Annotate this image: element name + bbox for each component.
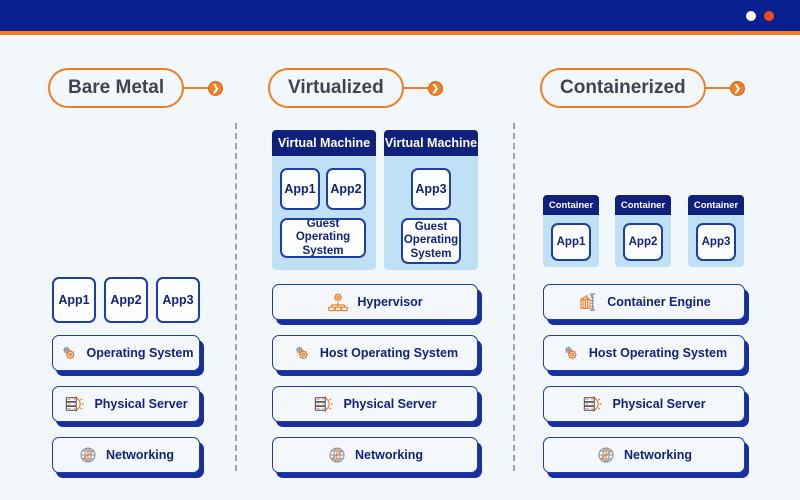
column-title-bare-metal: Bare Metal — [48, 68, 185, 108]
window-dot-orange-icon[interactable] — [764, 11, 774, 21]
app-label: App3 — [415, 182, 447, 196]
container-panel-2[interactable]: Container App2 — [615, 195, 671, 267]
bare-metal-row-operating-system[interactable]: Operating System — [52, 335, 200, 371]
row-label: Host Operating System — [319, 346, 459, 360]
pill-connector-containerized — [705, 87, 730, 89]
bare-metal-row-networking[interactable]: Networking — [52, 437, 200, 473]
chevron-right-icon[interactable]: ❯ — [729, 80, 745, 96]
chevron-right-icon[interactable]: ❯ — [427, 80, 443, 96]
row-label: Physical Server — [343, 397, 437, 411]
server-gear-icon — [582, 394, 604, 414]
container-app-box-3[interactable]: App3 — [696, 223, 736, 261]
column-divider-2 — [513, 123, 515, 471]
window-title-bar — [0, 0, 800, 31]
row-label: Hypervisor — [357, 295, 423, 309]
globe-icon — [596, 445, 616, 465]
diagram-stage: Bare Metal ❯ Virtualized ❯ Containerized… — [0, 35, 800, 500]
container-title: Container — [543, 195, 599, 215]
app-label: App3 — [701, 236, 731, 248]
guest-os-label: Guest Operating System — [295, 218, 351, 257]
container-title: Container — [615, 195, 671, 215]
virtualized-row-hypervisor[interactable]: Hypervisor — [272, 284, 478, 320]
row-label: Container Engine — [607, 295, 711, 309]
vm-title: Virtual Machine — [384, 130, 478, 156]
bare-metal-app-box-1[interactable]: App1 — [52, 277, 96, 323]
container-title: Container — [688, 195, 744, 215]
container-panel-1[interactable]: Container App1 — [543, 195, 599, 267]
container-panel-3[interactable]: Container App3 — [688, 195, 744, 267]
virtualized-row-physical-server[interactable]: Physical Server — [272, 386, 478, 422]
virtual-machine-panel-2[interactable]: Virtual Machine App3 Guest Operating Sys… — [384, 130, 478, 270]
vm-title: Virtual Machine — [272, 130, 376, 156]
row-label: Host Operating System — [588, 346, 728, 360]
column-title-virtualized: Virtualized — [268, 68, 404, 108]
bare-metal-app-box-2[interactable]: App2 — [104, 277, 148, 323]
vm1-guest-os-box[interactable]: Guest Operating System — [280, 218, 366, 258]
app-label: App1 — [556, 236, 586, 248]
app-label: App3 — [162, 293, 194, 307]
hypervisor-icon — [327, 292, 349, 312]
row-label: Physical Server — [94, 397, 188, 411]
crane-container-icon — [577, 292, 599, 312]
container-app-box-2[interactable]: App2 — [623, 223, 663, 261]
row-label: Networking — [623, 448, 693, 462]
row-label: Operating System — [86, 346, 194, 360]
column-header-containerized[interactable]: Containerized ❯ — [540, 68, 745, 108]
app-label: App2 — [330, 182, 362, 196]
vm2-guest-os-box[interactable]: Guest Operating System — [401, 218, 461, 264]
app-label: App2 — [110, 293, 142, 307]
row-label: Physical Server — [612, 397, 706, 411]
gears-icon — [292, 343, 312, 363]
server-gear-icon — [313, 394, 335, 414]
app-label: App1 — [284, 182, 316, 196]
chevron-right-icon[interactable]: ❯ — [208, 80, 224, 96]
containerized-row-physical-server[interactable]: Physical Server — [543, 386, 745, 422]
containerized-row-container-engine[interactable]: Container Engine — [543, 284, 745, 320]
container-app-box-1[interactable]: App1 — [551, 223, 591, 261]
window-dot-white-icon[interactable] — [746, 11, 756, 21]
guest-os-label: Guest Operating System — [403, 221, 459, 260]
vm1-app-box-2[interactable]: App2 — [326, 168, 366, 210]
app-label: App1 — [58, 293, 90, 307]
globe-icon — [327, 445, 347, 465]
vm-body: App1 App2 Guest Operating System — [272, 156, 376, 270]
vm-body: App3 Guest Operating System — [384, 156, 478, 270]
row-label: Networking — [105, 448, 175, 462]
column-title-containerized: Containerized — [540, 68, 706, 108]
pill-connector-virtualized — [403, 87, 428, 89]
vm2-app-box-1[interactable]: App3 — [411, 168, 451, 210]
pill-connector-bare-metal — [184, 87, 209, 89]
column-divider-1 — [235, 123, 237, 471]
app-label: App2 — [628, 236, 658, 248]
containerized-row-host-operating-system[interactable]: Host Operating System — [543, 335, 745, 371]
globe-icon — [78, 445, 98, 465]
gears-icon — [561, 343, 581, 363]
bare-metal-app-box-3[interactable]: App3 — [156, 277, 200, 323]
column-header-bare-metal[interactable]: Bare Metal ❯ — [48, 68, 224, 108]
vm1-app-box-1[interactable]: App1 — [280, 168, 320, 210]
virtual-machine-panel-1[interactable]: Virtual Machine App1 App2 Guest Operatin… — [272, 130, 376, 270]
column-header-virtualized[interactable]: Virtualized ❯ — [268, 68, 443, 108]
virtualized-row-networking[interactable]: Networking — [272, 437, 478, 473]
virtualized-row-host-operating-system[interactable]: Host Operating System — [272, 335, 478, 371]
row-label: Networking — [354, 448, 424, 462]
gears-icon — [59, 343, 79, 363]
containerized-row-networking[interactable]: Networking — [543, 437, 745, 473]
bare-metal-row-physical-server[interactable]: Physical Server — [52, 386, 200, 422]
server-gear-icon — [64, 394, 86, 414]
